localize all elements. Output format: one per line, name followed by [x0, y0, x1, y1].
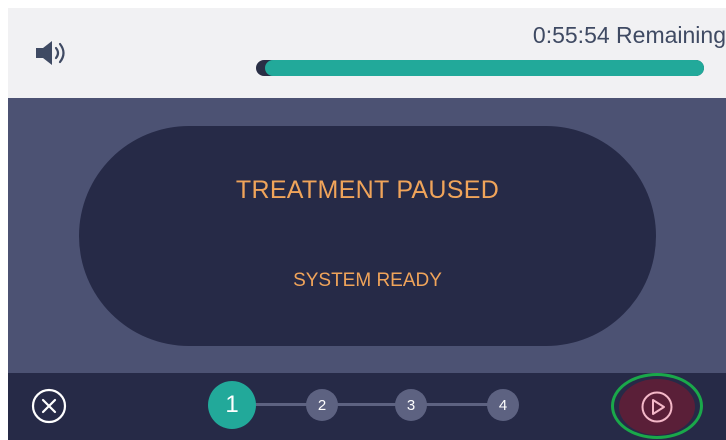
step-1[interactable]: 1 — [208, 381, 256, 429]
speaker-volume-icon[interactable] — [34, 38, 74, 68]
step-4[interactable]: 4 — [487, 389, 519, 421]
step-2[interactable]: 2 — [306, 389, 338, 421]
progress-fill — [264, 60, 704, 76]
play-button[interactable] — [619, 379, 695, 435]
status-panel: TREATMENT PAUSED SYSTEM READY — [79, 126, 656, 346]
progress-bar — [256, 60, 704, 76]
status-area: TREATMENT PAUSED SYSTEM READY — [8, 98, 726, 373]
top-bar: 0:55:54 Remaining — [8, 8, 726, 98]
bottom-bar: 1 2 3 4 — [8, 373, 726, 440]
status-subtitle: SYSTEM READY — [293, 270, 442, 291]
play-circle-icon — [641, 391, 673, 423]
time-remaining: 0:55:54 Remaining — [532, 22, 726, 48]
step-3[interactable]: 3 — [395, 389, 427, 421]
device-screen: 0:55:54 Remaining TREATMENT PAUSED SYSTE… — [8, 8, 726, 440]
status-title: TREATMENT PAUSED — [235, 176, 500, 204]
